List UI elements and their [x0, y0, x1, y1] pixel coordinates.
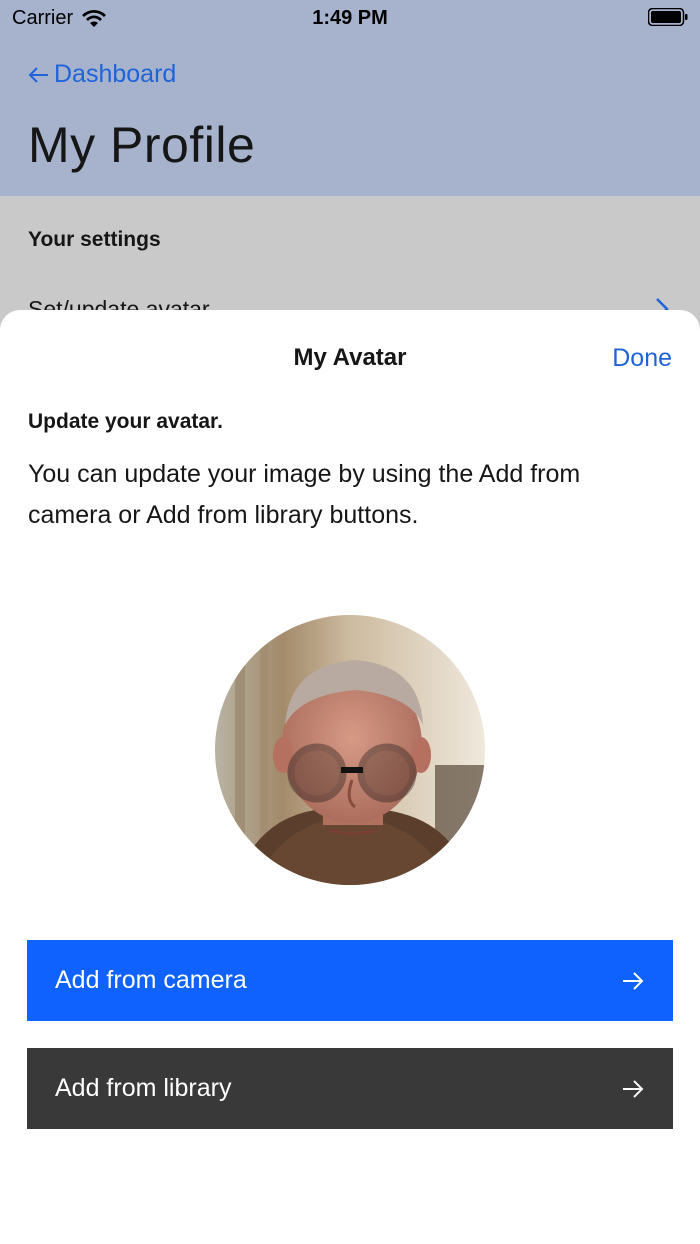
arrow-right-icon	[623, 1079, 644, 1098]
add-from-camera-button[interactable]: Add from camera	[27, 940, 673, 1021]
avatar	[215, 615, 485, 885]
battery-icon	[648, 8, 688, 26]
status-bar: Carrier 1:49 PM	[0, 0, 700, 36]
avatar-sheet: My Avatar Done Update your avatar. You c…	[0, 310, 700, 1244]
back-label: Dashboard	[54, 60, 177, 88]
done-button[interactable]: Done	[612, 344, 672, 373]
back-arrow-icon	[28, 66, 48, 83]
page-title: My Profile	[28, 117, 256, 173]
add-from-library-label: Add from library	[55, 1074, 232, 1102]
status-time: 1:49 PM	[312, 7, 388, 29]
add-from-library-button[interactable]: Add from library	[27, 1048, 673, 1129]
sheet-subtitle: Update your avatar.	[28, 410, 223, 433]
avatar-photo	[215, 615, 485, 885]
sheet-title: My Avatar	[293, 344, 407, 371]
settings-heading: Your settings	[28, 228, 161, 251]
arrow-right-icon	[623, 971, 644, 990]
nav-header: Dashboard My Profile	[0, 36, 700, 196]
sheet-description: You can update your image by using the A…	[28, 460, 581, 529]
add-from-camera-label: Add from camera	[55, 966, 247, 994]
back-button[interactable]: Dashboard	[28, 60, 176, 89]
